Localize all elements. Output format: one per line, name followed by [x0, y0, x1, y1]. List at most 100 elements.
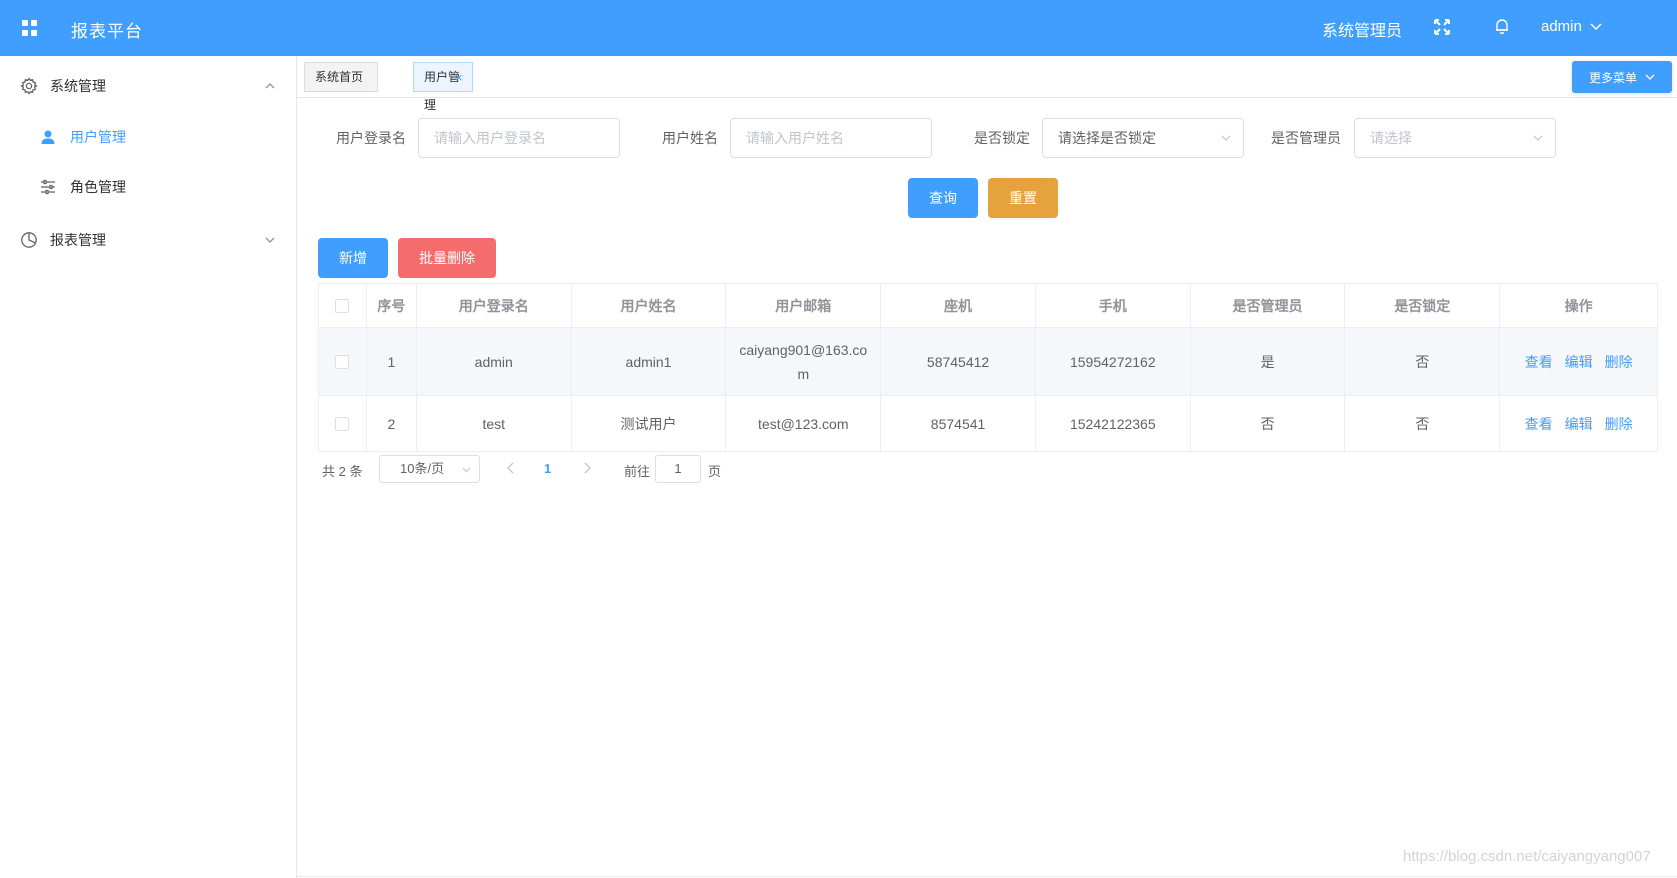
user-table: 序号 用户登录名 用户姓名 用户邮箱 座机 手机 是否管理员 是否锁定 操作 1… — [318, 283, 1658, 452]
cell-index: 2 — [367, 396, 417, 451]
more-menu-button[interactable]: 更多菜单 — [1572, 61, 1672, 93]
cell-phone: 8574541 — [881, 396, 1036, 451]
cell-login: test — [417, 396, 572, 451]
table-row: 1 admin admin1 caiyang901@163.com 587454… — [319, 328, 1657, 396]
top-header: 报表平台 系统管理员 admin — [0, 0, 1677, 56]
column-header: 用户姓名 — [572, 284, 727, 327]
row-select-cell — [319, 396, 367, 451]
more-menu-label: 更多菜单 — [1588, 70, 1637, 85]
page-number-current[interactable]: 1 — [544, 461, 551, 476]
delete-link[interactable]: 删除 — [1605, 414, 1633, 434]
cell-admin: 是 — [1191, 328, 1346, 395]
cell-mobile: 15954272162 — [1036, 328, 1191, 395]
watermark: https://blog.csdn.net/caiyangyang007 — [1403, 848, 1651, 865]
username: admin — [1541, 18, 1582, 35]
user-icon — [41, 130, 55, 144]
view-link[interactable]: 查看 — [1525, 414, 1553, 434]
grid-icon[interactable] — [22, 20, 38, 36]
bell-icon[interactable] — [1493, 17, 1511, 35]
cell-login: admin — [417, 328, 572, 395]
chevron-down-icon — [462, 467, 471, 473]
cell-mobile: 15242122365 — [1036, 396, 1191, 451]
app-title: 报表平台 — [71, 22, 143, 41]
user-name-input[interactable]: 请输入用户姓名 — [730, 118, 932, 158]
column-header: 用户登录名 — [417, 284, 572, 327]
cell-locked: 否 — [1345, 328, 1501, 395]
delete-link[interactable]: 删除 — [1605, 352, 1633, 372]
login-name-input[interactable]: 请输入用户登录名 — [418, 118, 620, 158]
select-all-cell — [319, 284, 367, 327]
column-header: 手机 — [1036, 284, 1191, 327]
role-label: 系统管理员 — [1322, 23, 1403, 40]
user-name-label: 用户姓名 — [662, 130, 718, 146]
chevron-up-icon — [265, 83, 275, 89]
reset-button[interactable]: 重置 — [988, 178, 1058, 218]
sidebar-item-user-management[interactable]: 用户管理 — [0, 112, 296, 162]
sidebar-item-role-management[interactable]: 角色管理 — [0, 162, 296, 212]
row-select-cell — [319, 328, 367, 395]
goto-suffix: 页 — [708, 464, 722, 479]
locked-label: 是否锁定 — [974, 130, 1030, 146]
chevron-down-icon — [1645, 74, 1655, 80]
row-checkbox[interactable] — [335, 354, 350, 369]
cell-actions: 查看 编辑 删除 — [1500, 328, 1657, 395]
sidebar-group-system[interactable]: 系统管理 — [0, 58, 296, 114]
column-header: 座机 — [881, 284, 1036, 327]
column-header: 是否管理员 — [1191, 284, 1346, 327]
sidebar: 系统管理 用户管理 角色管理 报表管理 — [0, 56, 297, 878]
fullscreen-icon[interactable] — [1433, 18, 1451, 36]
select-all-checkbox[interactable] — [335, 298, 350, 313]
sidebar-group-report[interactable]: 报表管理 — [0, 212, 296, 268]
column-header: 用户邮箱 — [726, 284, 882, 327]
edit-link[interactable]: 编辑 — [1565, 414, 1593, 434]
cell-locked: 否 — [1345, 396, 1501, 451]
page-size-value: 10条/页 — [400, 461, 445, 476]
gear-icon — [20, 77, 38, 95]
close-icon[interactable]: × — [455, 70, 463, 85]
cell-email: caiyang901@163.com — [726, 328, 882, 395]
sidebar-item-label: 用户管理 — [70, 129, 126, 145]
column-header: 序号 — [367, 284, 417, 327]
admin-select[interactable]: 请选择 — [1354, 118, 1556, 158]
tab-label: 系统首页 — [315, 70, 364, 84]
locked-select-value: 请选择是否锁定 — [1058, 130, 1156, 146]
query-button[interactable]: 查询 — [908, 178, 978, 218]
sidebar-group-label: 报表管理 — [50, 232, 106, 248]
cell-name: 测试用户 — [572, 396, 727, 451]
column-header: 是否锁定 — [1345, 284, 1501, 327]
sidebar-group-label: 系统管理 — [50, 78, 106, 94]
prev-page-icon[interactable] — [505, 461, 517, 475]
pagination-total: 共 2 条 — [322, 464, 363, 479]
batch-delete-button[interactable]: 批量删除 — [398, 238, 496, 278]
page-size-select[interactable]: 10条/页 — [379, 455, 480, 483]
cell-email: test@123.com — [726, 396, 882, 451]
cell-phone: 58745412 — [881, 328, 1036, 395]
goto-page-input[interactable]: 1 — [655, 455, 701, 483]
view-link[interactable]: 查看 — [1525, 352, 1553, 372]
sidebar-item-label: 角色管理 — [70, 179, 126, 195]
sliders-icon — [41, 179, 55, 195]
goto-prefix: 前往 — [624, 464, 651, 479]
table-row: 2 test 测试用户 test@123.com 8574541 1524212… — [319, 396, 1657, 452]
locked-select[interactable]: 请选择是否锁定 — [1042, 118, 1244, 158]
admin-label: 是否管理员 — [1271, 130, 1341, 146]
tabs-bar: 系统首页 用户管理 — [297, 56, 1677, 112]
login-name-label: 用户登录名 — [336, 130, 406, 146]
user-dropdown[interactable]: admin — [1541, 18, 1602, 35]
cell-admin: 否 — [1191, 396, 1346, 451]
chevron-down-icon — [265, 237, 275, 243]
cell-name: admin1 — [572, 328, 727, 395]
column-header: 操作 — [1564, 297, 1593, 314]
tab-home[interactable]: 系统首页 — [304, 62, 378, 92]
next-page-icon[interactable] — [581, 461, 593, 475]
add-button[interactable]: 新增 — [318, 238, 388, 278]
cell-actions: 查看 编辑 删除 — [1500, 396, 1657, 451]
tab-user-management[interactable]: 用户管理 — [413, 62, 473, 112]
divider — [297, 876, 1677, 877]
chevron-down-icon — [1590, 22, 1602, 30]
edit-link[interactable]: 编辑 — [1565, 352, 1593, 372]
chevron-down-icon — [1533, 135, 1543, 141]
pie-chart-icon — [21, 232, 37, 248]
row-checkbox[interactable] — [335, 416, 350, 431]
table-header-row: 序号 用户登录名 用户姓名 用户邮箱 座机 手机 是否管理员 是否锁定 操作 — [319, 284, 1657, 328]
